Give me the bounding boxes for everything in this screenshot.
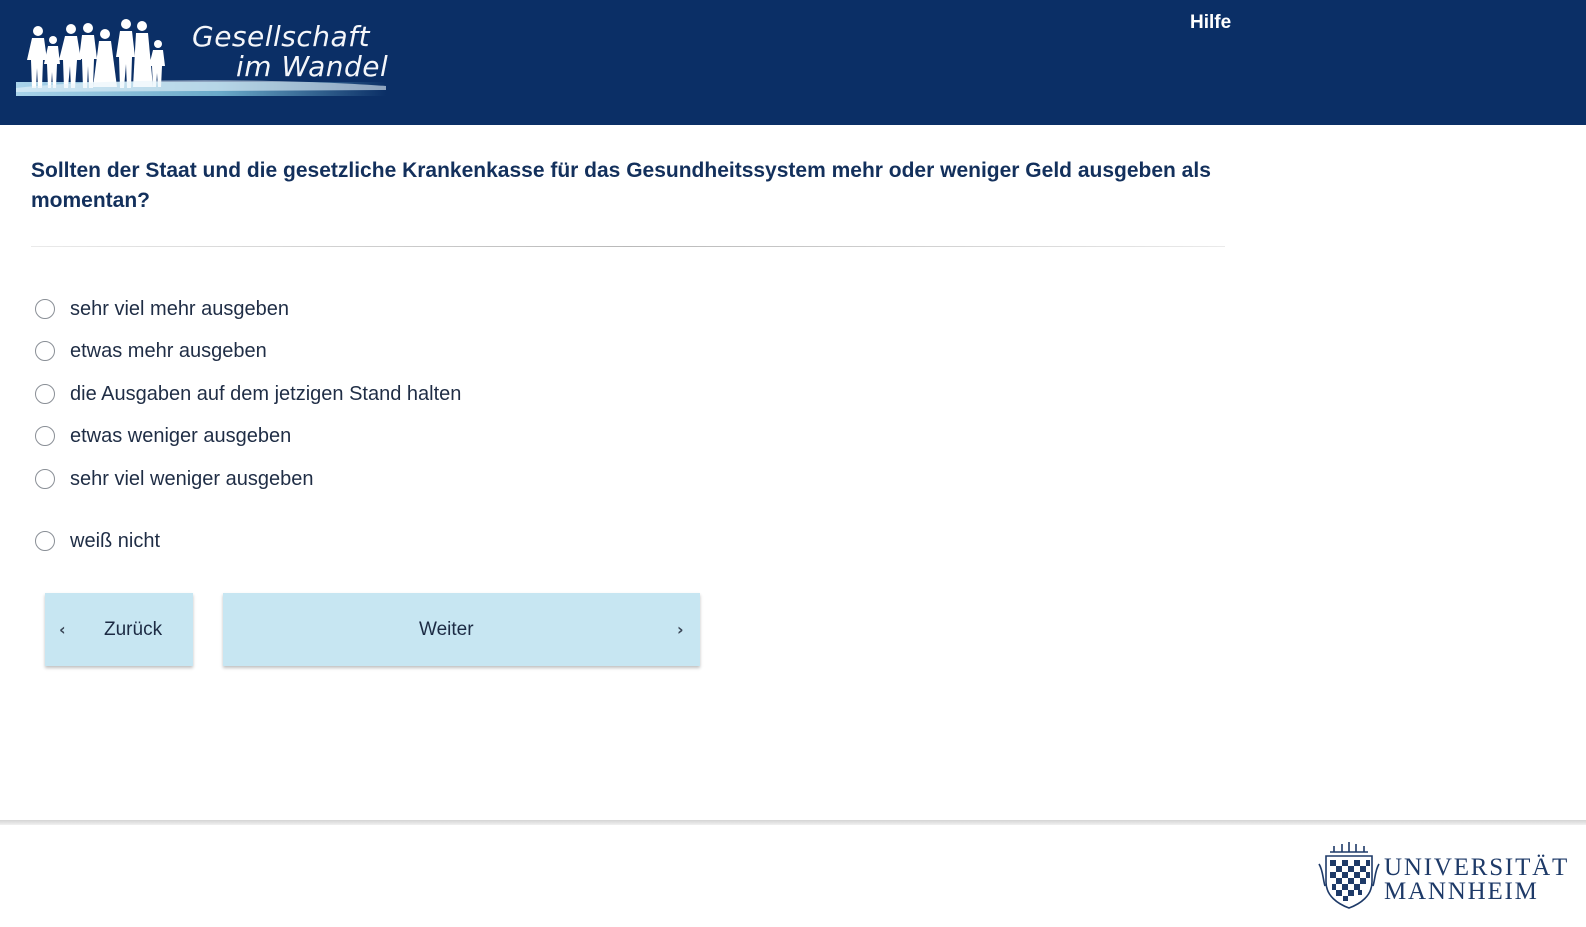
back-button-label: Zurück bbox=[104, 619, 163, 640]
gesellschaft-im-wandel-logo: Gesellschaft im Wandel bbox=[16, 12, 389, 106]
question-text: Sollten der Staat und die gesetzliche Kr… bbox=[31, 159, 1211, 212]
logo-title-line1: Gesellschaft bbox=[192, 20, 371, 53]
next-button[interactable]: Weiter › bbox=[223, 593, 700, 666]
option-sehr-viel-mehr[interactable]: sehr viel mehr ausgeben bbox=[35, 296, 289, 322]
option-sehr-viel-weniger[interactable]: sehr viel weniger ausgeben bbox=[35, 466, 314, 492]
chevron-right-icon: › bbox=[677, 620, 684, 639]
option-weiss-nicht[interactable]: weiß nicht bbox=[35, 528, 160, 554]
option-etwas-mehr[interactable]: etwas mehr ausgeben bbox=[35, 338, 267, 364]
option-label: sehr viel weniger ausgeben bbox=[70, 467, 314, 490]
university-crest-icon bbox=[1318, 842, 1380, 909]
back-button[interactable]: ‹ Zurück bbox=[45, 593, 193, 666]
university-name-line2: MANNHEIM bbox=[1384, 878, 1539, 905]
footer-divider bbox=[0, 820, 1586, 825]
radio-button[interactable] bbox=[35, 531, 55, 551]
radio-button[interactable] bbox=[35, 384, 55, 404]
option-label: etwas mehr ausgeben bbox=[70, 339, 267, 362]
option-label: weiß nicht bbox=[70, 529, 161, 552]
chevron-left-icon: ‹ bbox=[59, 620, 66, 639]
radio-button[interactable] bbox=[35, 426, 55, 446]
next-button-label: Weiter bbox=[419, 619, 474, 640]
help-link[interactable]: Hilfe bbox=[1190, 12, 1231, 34]
logo-title-line2: im Wandel bbox=[236, 50, 389, 83]
option-etwas-weniger[interactable]: etwas weniger ausgeben bbox=[35, 423, 291, 449]
radio-button[interactable] bbox=[35, 299, 55, 319]
option-label: etwas weniger ausgeben bbox=[70, 424, 292, 447]
option-label: die Ausgaben auf dem jetzigen Stand halt… bbox=[70, 382, 462, 405]
universitaet-mannheim-logo: UNIVERSITÄT MANNHEIM bbox=[1316, 840, 1567, 912]
option-jetziger-stand[interactable]: die Ausgaben auf dem jetzigen Stand halt… bbox=[35, 381, 461, 407]
radio-button[interactable] bbox=[35, 341, 55, 361]
header-bar: Gesellschaft im Wandel Hilfe bbox=[0, 0, 1586, 125]
question-divider bbox=[31, 246, 1225, 247]
option-label: sehr viel mehr ausgeben bbox=[70, 297, 290, 320]
radio-button[interactable] bbox=[35, 469, 55, 489]
